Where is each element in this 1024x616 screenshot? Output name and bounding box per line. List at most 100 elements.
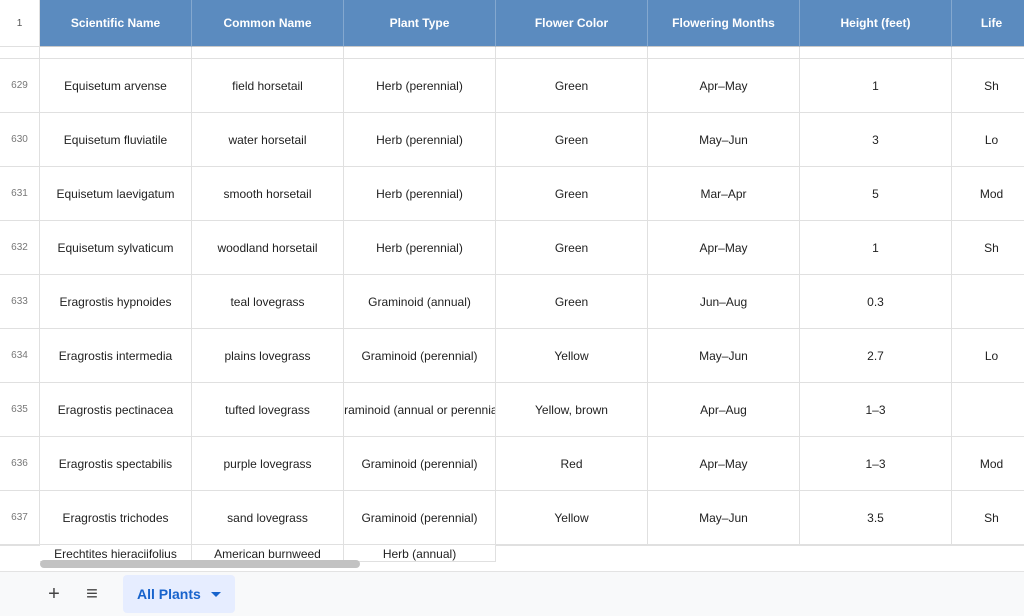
cell[interactable]: [192, 47, 344, 59]
cell[interactable]: Sh: [952, 491, 1024, 545]
cell[interactable]: field horsetail: [192, 59, 344, 113]
cell[interactable]: Apr–May: [648, 221, 800, 275]
cell[interactable]: water horsetail: [192, 113, 344, 167]
cell[interactable]: Herb (perennial): [344, 113, 496, 167]
table-row: 630Equisetum fluviatilewater horsetailHe…: [0, 113, 1024, 167]
cell[interactable]: Sh: [952, 221, 1024, 275]
cell[interactable]: tufted lovegrass: [192, 383, 344, 437]
cell[interactable]: Lo: [952, 113, 1024, 167]
row-number[interactable]: 636: [0, 437, 40, 491]
cell[interactable]: Yellow, brown: [496, 383, 648, 437]
row-number[interactable]: [0, 47, 40, 59]
cell[interactable]: [648, 545, 800, 546]
cell[interactable]: sand lovegrass: [192, 491, 344, 545]
cell[interactable]: Equisetum fluviatile: [40, 113, 192, 167]
cell[interactable]: Eragrostis trichodes: [40, 491, 192, 545]
row-number[interactable]: 635: [0, 383, 40, 437]
cell[interactable]: Graminoid (perennial): [344, 329, 496, 383]
cell[interactable]: Graminoid (perennial): [344, 437, 496, 491]
cell[interactable]: Mod: [952, 167, 1024, 221]
row-number[interactable]: 632: [0, 221, 40, 275]
column-header-flowering-months[interactable]: Flowering Months: [648, 0, 800, 47]
cell[interactable]: Mod: [952, 437, 1024, 491]
cell[interactable]: Sh: [952, 59, 1024, 113]
cell[interactable]: [648, 47, 800, 59]
spreadsheet-viewport[interactable]: 1 Scientific Name Common Name Plant Type…: [0, 0, 1024, 571]
cell[interactable]: Herb (perennial): [344, 221, 496, 275]
all-sheets-button[interactable]: ≡: [73, 575, 111, 613]
cell[interactable]: Equisetum laevigatum: [40, 167, 192, 221]
cell[interactable]: Apr–Aug: [648, 383, 800, 437]
row-number[interactable]: 629: [0, 59, 40, 113]
cell[interactable]: Herb (perennial): [344, 167, 496, 221]
cell[interactable]: [496, 545, 648, 546]
cell[interactable]: Green: [496, 167, 648, 221]
cell[interactable]: Graminoid (annual): [344, 275, 496, 329]
add-sheet-button[interactable]: +: [35, 575, 73, 613]
cell[interactable]: smooth horsetail: [192, 167, 344, 221]
column-header-flower-color[interactable]: Flower Color: [496, 0, 648, 47]
cell[interactable]: 1: [800, 59, 952, 113]
cell[interactable]: Eragrostis pectinacea: [40, 383, 192, 437]
cell[interactable]: [40, 47, 192, 59]
cell[interactable]: Apr–May: [648, 437, 800, 491]
column-header-height[interactable]: Height (feet): [800, 0, 952, 47]
cell[interactable]: woodland horsetail: [192, 221, 344, 275]
cell[interactable]: Graminoid (perennial): [344, 491, 496, 545]
cell[interactable]: Green: [496, 59, 648, 113]
row-number[interactable]: 631: [0, 167, 40, 221]
row-number[interactable]: 630: [0, 113, 40, 167]
cell[interactable]: teal lovegrass: [192, 275, 344, 329]
column-header-common-name[interactable]: Common Name: [192, 0, 344, 47]
row-number[interactable]: 634: [0, 329, 40, 383]
cell[interactable]: [952, 275, 1024, 329]
cell[interactable]: Equisetum arvense: [40, 59, 192, 113]
cell[interactable]: Herb (perennial): [344, 59, 496, 113]
column-header-scientific-name[interactable]: Scientific Name: [40, 0, 192, 47]
cell[interactable]: [344, 47, 496, 59]
cell[interactable]: 3: [800, 113, 952, 167]
cell[interactable]: 5: [800, 167, 952, 221]
select-all-corner[interactable]: 1: [0, 0, 40, 47]
cell[interactable]: Yellow: [496, 491, 648, 545]
cell[interactable]: Eragrostis intermedia: [40, 329, 192, 383]
cell[interactable]: Green: [496, 113, 648, 167]
column-header-life[interactable]: Life: [952, 0, 1024, 47]
cell[interactable]: [800, 47, 952, 59]
cell[interactable]: Green: [496, 275, 648, 329]
cell[interactable]: Graminoid (annual or perennial): [344, 383, 496, 437]
row-number[interactable]: 637: [0, 491, 40, 545]
cell[interactable]: 1: [800, 221, 952, 275]
cell[interactable]: 3.5: [800, 491, 952, 545]
column-header-plant-type[interactable]: Plant Type: [344, 0, 496, 47]
cell[interactable]: Yellow: [496, 329, 648, 383]
cell[interactable]: Green: [496, 221, 648, 275]
cell[interactable]: Lo: [952, 329, 1024, 383]
cell[interactable]: Equisetum sylvaticum: [40, 221, 192, 275]
cell[interactable]: purple lovegrass: [192, 437, 344, 491]
row-number[interactable]: [0, 545, 40, 546]
cell[interactable]: 2.7: [800, 329, 952, 383]
cell[interactable]: May–Jun: [648, 329, 800, 383]
horizontal-scrollbar[interactable]: [40, 558, 1022, 570]
cell[interactable]: [952, 383, 1024, 437]
cell[interactable]: Eragrostis spectabilis: [40, 437, 192, 491]
cell[interactable]: plains lovegrass: [192, 329, 344, 383]
cell[interactable]: 1–3: [800, 383, 952, 437]
cell[interactable]: Apr–May: [648, 59, 800, 113]
cell[interactable]: Jun–Aug: [648, 275, 800, 329]
cell[interactable]: [496, 47, 648, 59]
horizontal-scrollbar-thumb[interactable]: [40, 560, 360, 568]
cell[interactable]: [800, 545, 952, 546]
cell[interactable]: Mar–Apr: [648, 167, 800, 221]
cell[interactable]: [952, 545, 1024, 546]
row-number[interactable]: 633: [0, 275, 40, 329]
sheet-tab-all-plants[interactable]: All Plants: [123, 575, 235, 613]
cell[interactable]: May–Jun: [648, 113, 800, 167]
cell[interactable]: [952, 47, 1024, 59]
cell[interactable]: May–Jun: [648, 491, 800, 545]
cell[interactable]: Eragrostis hypnoides: [40, 275, 192, 329]
cell[interactable]: Red: [496, 437, 648, 491]
cell[interactable]: 0.3: [800, 275, 952, 329]
cell[interactable]: 1–3: [800, 437, 952, 491]
